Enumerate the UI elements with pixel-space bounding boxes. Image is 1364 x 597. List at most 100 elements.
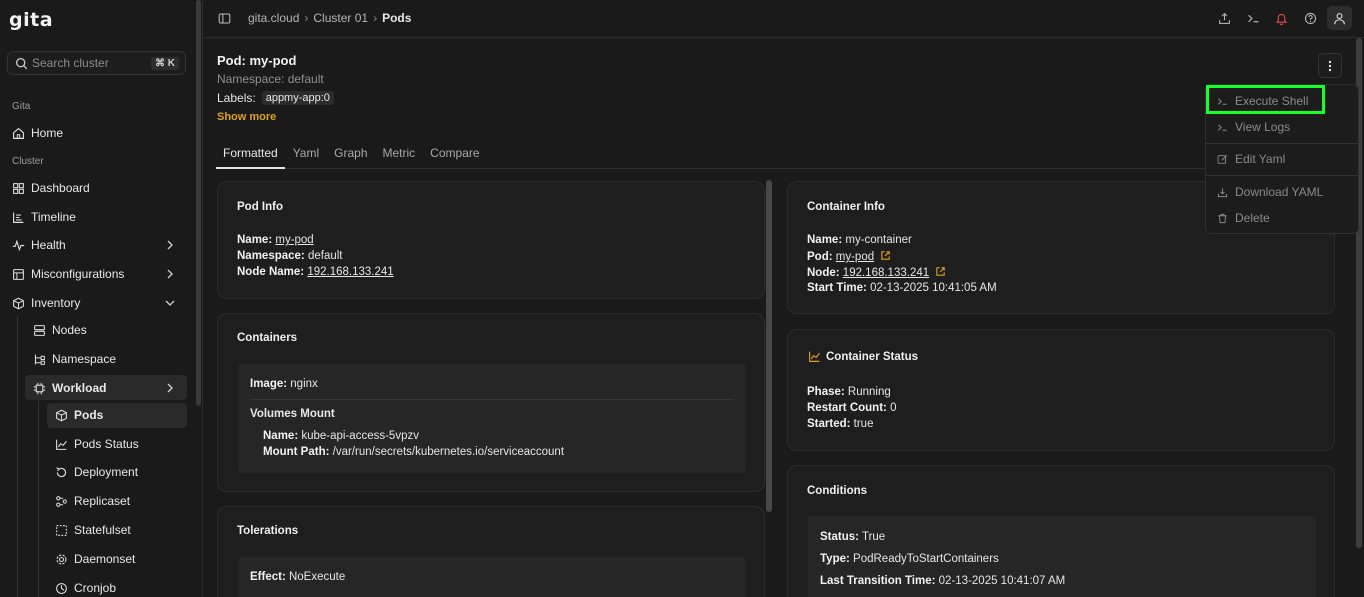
sidebar-scrollbar[interactable] [196,0,201,406]
edit-icon [1216,153,1228,165]
sidebar-item-replicaset[interactable]: Replicaset [54,489,130,513]
labels-row: Labels: appmy-app:0 [217,91,334,105]
share-icon[interactable] [1216,10,1232,26]
tab-formatted[interactable]: Formatted [216,142,285,169]
trash-icon [1216,212,1228,224]
node-name-link[interactable]: 192.168.133.241 [307,266,393,278]
help-icon[interactable] [1302,10,1318,26]
tab-yaml[interactable]: Yaml [286,142,326,169]
grid-icon [11,181,25,195]
search-shortcut-badge: ⌘ K [151,56,179,70]
sidebar-item-timeline[interactable]: Timeline [11,205,76,229]
effect-value: NoExecute [288,571,346,583]
container-name-value: my-container [845,234,912,246]
terminal-icon[interactable] [1245,10,1261,26]
content-scrollbar[interactable] [766,180,772,512]
sidebar-item-misconfigurations[interactable]: Misconfigurations [11,262,183,286]
pod-namespace-row: Namespace: default [237,250,343,262]
sidebar-item-dashboard[interactable]: Dashboard [11,176,90,200]
chevron-right-icon [163,267,177,281]
menu-item-view-logs[interactable]: View Logs [1216,120,1290,134]
bell-icon[interactable] [1273,10,1289,26]
sidebar-item-health[interactable]: Health [11,233,183,257]
page-title: Pod: my-pod [217,53,297,68]
start-time-row: Start Time: 02-13-2025 10:41:05 AM [807,282,997,294]
external-link-icon[interactable] [880,250,891,261]
sidebar-item-pods-status[interactable]: Pods Status [54,432,139,456]
sidebar-item-cronjob[interactable]: Cronjob [54,576,116,597]
containers-card: Containers Image: nginx Volumes Mount Na… [217,313,765,492]
sidebar-item-label: Nodes [52,323,87,337]
sidebar-item-nodes[interactable]: Nodes [32,318,87,342]
tab-graph[interactable]: Graph [327,142,374,169]
container-pod-link[interactable]: my-pod [836,251,874,263]
show-more-link[interactable]: Show more [217,111,276,123]
search-box[interactable]: ⌘ K [7,51,186,75]
mount-path-key: Mount Path: [263,446,330,458]
section-label-cluster: Cluster [12,156,44,167]
sidebar-item-home[interactable]: Home [11,121,63,145]
external-link-icon[interactable] [935,266,946,277]
gear-icon [54,552,68,566]
start-time-key: Start Time: [807,282,867,294]
sidebar-item-namespace[interactable]: Namespace [32,347,116,371]
image-row: Image: nginx [250,378,318,390]
pod-name-row: Name: my-pod [237,234,314,246]
tab-compare[interactable]: Compare [423,142,486,169]
volume-name-key: Name: [263,430,299,442]
menu-item-edit-yaml[interactable]: Edit Yaml [1216,152,1285,166]
breadcrumb-separator: › [304,11,309,25]
last-transition-row: Last Transition Time: 02-13-2025 10:41:0… [820,575,1065,587]
started-row: Started: true [807,418,873,430]
menu-item-label: Edit Yaml [1235,152,1286,166]
breadcrumb-cluster[interactable]: Cluster 01 [313,11,368,25]
sidebar-item-label: Daemonset [74,552,136,566]
tree-line [38,401,39,597]
pod-info-card: Pod Info Name: my-pod Namespace: default… [217,181,765,299]
tab-bar: Formatted Yaml Graph Metric Compare [216,142,1334,169]
card-title: Tolerations [237,525,299,537]
menu-item-delete[interactable]: Delete [1216,211,1270,225]
sidebar-item-label: Pods [74,408,104,422]
breadcrumb-separator: › [373,11,378,25]
timeline-icon [11,210,25,224]
sidebar-item-deployment[interactable]: Deployment [54,460,138,484]
chart-icon [808,350,821,363]
started-key: Started: [807,418,851,430]
sidebar-toggle-icon[interactable] [217,11,231,25]
sidebar-item-daemonset[interactable]: Daemonset [54,547,135,571]
mount-path-row: Mount Path: /var/run/secrets/kubernetes.… [263,446,564,458]
mount-path-value: /var/run/secrets/kubernetes.io/serviceac… [332,446,565,458]
menu-item-download-yaml[interactable]: Download YAML [1216,185,1323,199]
condition-status-row: Status: True [820,531,885,543]
namespace-key: Namespace: [237,250,305,262]
chip-icon [32,381,46,395]
app-logo[interactable]: gita [9,9,53,31]
chart-icon [54,437,68,451]
pod-name-link[interactable]: my-pod [275,234,313,246]
chevron-right-icon [163,381,177,395]
sidebar-item-inventory[interactable]: Inventory [11,291,183,315]
sidebar-item-statefulset[interactable]: Statefulset [54,518,131,542]
sidebar-item-pods[interactable]: Pods [54,403,103,427]
pod-name-key: Name: [237,234,273,246]
pod-namespace: Namespace: default [217,72,324,86]
more-actions-button[interactable] [1318,53,1342,78]
tree-line [17,316,18,597]
container-node-link[interactable]: 192.168.133.241 [843,267,929,279]
home-icon [11,126,25,140]
sidebar-item-label: Deployment [74,465,139,479]
last-transition-key: Last Transition Time: [820,575,936,587]
sidebar-item-label: Inventory [31,296,81,310]
tab-metric[interactable]: Metric [376,142,423,169]
container-node-key: Node: [807,267,840,279]
search-input[interactable] [32,56,151,70]
card-title: Conditions [807,485,868,497]
user-icon[interactable] [1327,6,1352,30]
terminal-icon [1216,121,1228,133]
sidebar-item-workload[interactable]: Workload [32,376,183,400]
image-key: Image: [250,378,288,390]
sidebar-item-label: Dashboard [31,181,90,195]
node-name-row: Node Name: 192.168.133.241 [237,266,394,278]
breadcrumb-root[interactable]: gita.cloud [248,11,299,25]
